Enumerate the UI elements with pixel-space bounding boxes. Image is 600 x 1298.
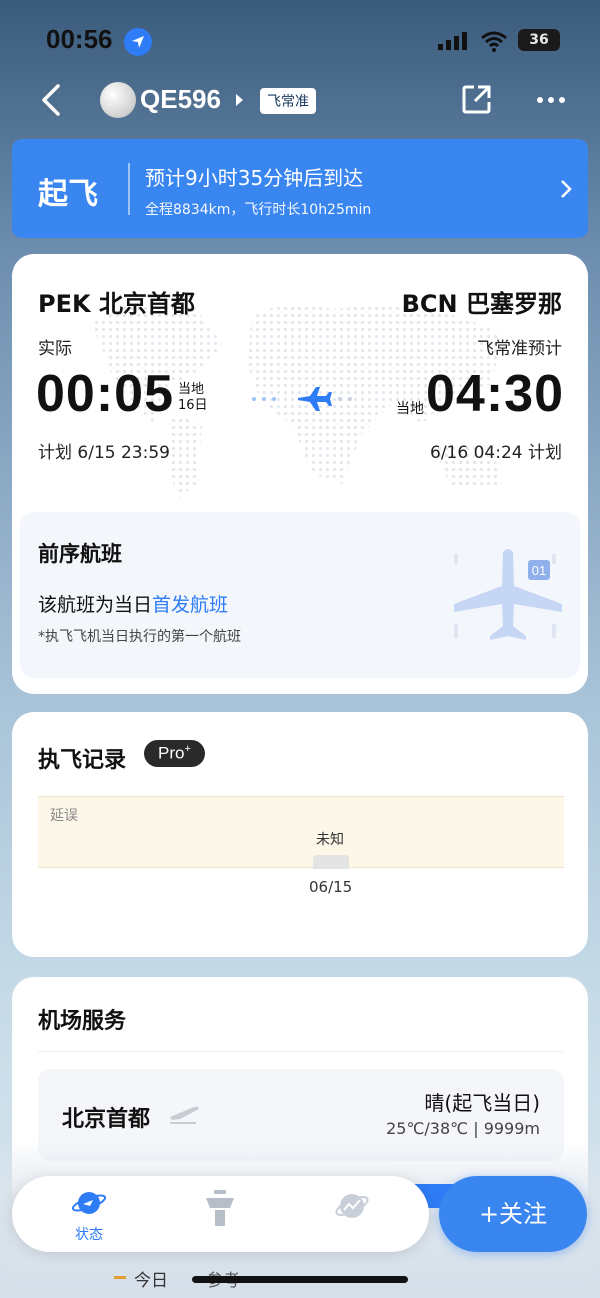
- flight-info-card: PEK 北京首都 BCN 巴塞罗那 实际 飞常准预计 00:05 当地 16日 …: [12, 254, 588, 694]
- history-title: 执飞记录: [38, 748, 127, 773]
- flight-number[interactable]: QE596: [140, 84, 221, 115]
- weather-text: 晴(起飞当日): [424, 1091, 540, 1115]
- airline-logo[interactable]: [100, 82, 136, 118]
- plane-route-icon: [252, 387, 352, 411]
- weather-detail: 25℃/38℃ | 9999m: [386, 1119, 540, 1138]
- departure-day-label: 16日: [178, 398, 208, 413]
- flight-status-banner[interactable]: 起飞 预计9小时35分钟后到达 全程8834km，飞行时长10h25min: [12, 139, 588, 238]
- caret-right-icon[interactable]: [236, 94, 243, 106]
- battery-icon: 36: [518, 29, 560, 51]
- back-arrow-icon[interactable]: [36, 80, 68, 120]
- brand-badge: 飞常准: [260, 88, 316, 114]
- bottom-tab-bar: 状态: [12, 1176, 429, 1252]
- departure-planned: 计划 6/15 23:59: [38, 443, 170, 463]
- flight-status: 起飞: [38, 177, 98, 212]
- unknown-label: 未知: [316, 832, 344, 848]
- control-tower-icon: [206, 1190, 234, 1226]
- wifi-icon: [481, 31, 507, 52]
- history-bar: [313, 855, 349, 869]
- departure-local-label: 当地: [178, 382, 205, 397]
- departure-local: 当地 16日: [178, 382, 208, 414]
- arrival-time-type: 飞常准预计: [477, 339, 562, 359]
- delay-label: 延误: [50, 808, 78, 824]
- tab-status-label: 状态: [75, 1227, 103, 1243]
- previous-flight-note: *执飞飞机当日执行的第一个航班: [38, 629, 241, 645]
- previous-flight-prefix: 该航班为当日: [38, 594, 153, 616]
- delay-chart-band: 延误 未知: [38, 796, 564, 869]
- chevron-right-icon: [561, 180, 572, 198]
- arrival-time: 04:30: [426, 365, 564, 423]
- nav-bar: QE596 飞常准: [0, 80, 600, 124]
- cellular-signal-icon: [438, 32, 467, 50]
- planet-status-icon: [71, 1192, 107, 1214]
- banner-divider: [128, 163, 130, 215]
- pro-badge-label: Pro: [158, 743, 185, 763]
- previous-flight-title: 前序航班: [38, 542, 122, 566]
- legend-today-swatch: [114, 1276, 126, 1279]
- arrival-airport[interactable]: BCN 巴塞罗那: [402, 284, 562, 319]
- pro-badge[interactable]: Pro+: [144, 740, 205, 767]
- eta-text: 预计9小时35分钟后到达: [145, 166, 364, 190]
- trend-planet-icon: [335, 1194, 369, 1218]
- more-icon[interactable]: [536, 96, 566, 104]
- takeoff-icon: [170, 1106, 199, 1124]
- pro-badge-plus: +: [184, 743, 191, 755]
- history-date: 06/15: [309, 878, 353, 896]
- legend-today: 今日: [134, 1271, 168, 1291]
- share-icon[interactable]: [462, 84, 492, 114]
- location-arrow-icon: [124, 28, 152, 56]
- departure-airport[interactable]: PEK 北京首都: [38, 284, 195, 319]
- first-flight-link[interactable]: 首发航班: [152, 594, 228, 616]
- previous-flight-text: 该航班为当日首发航班: [38, 590, 228, 617]
- departure-time-type: 实际: [38, 339, 72, 359]
- tab-trends[interactable]: [312, 1188, 392, 1228]
- flight-history-card[interactable]: 执飞记录 Pro+ 延误 未知 06/15: [12, 712, 588, 957]
- plane-badge: 01: [532, 563, 546, 578]
- status-bar: 00:56 36: [0, 0, 600, 80]
- distance-duration: 全程8834km，飞行时长10h25min: [145, 202, 372, 218]
- home-indicator: [192, 1276, 408, 1283]
- tab-status[interactable]: 状态: [49, 1188, 129, 1244]
- airplane-illustration-icon: 01: [454, 549, 562, 640]
- follow-button[interactable]: +关注: [439, 1176, 587, 1252]
- divider: [38, 1051, 564, 1052]
- departure-time: 00:05: [36, 365, 174, 423]
- airport-name: 北京首都: [62, 1107, 151, 1132]
- arrival-planned: 6/16 04:24 计划: [430, 443, 562, 463]
- status-time: 00:56: [46, 24, 113, 54]
- tab-airport[interactable]: [180, 1188, 260, 1232]
- airport-service-title: 机场服务: [38, 1009, 127, 1034]
- arrival-local-label: 当地: [396, 401, 424, 417]
- previous-flight-section[interactable]: 前序航班 该航班为当日首发航班 *执飞飞机当日执行的第一个航班 01: [20, 512, 580, 678]
